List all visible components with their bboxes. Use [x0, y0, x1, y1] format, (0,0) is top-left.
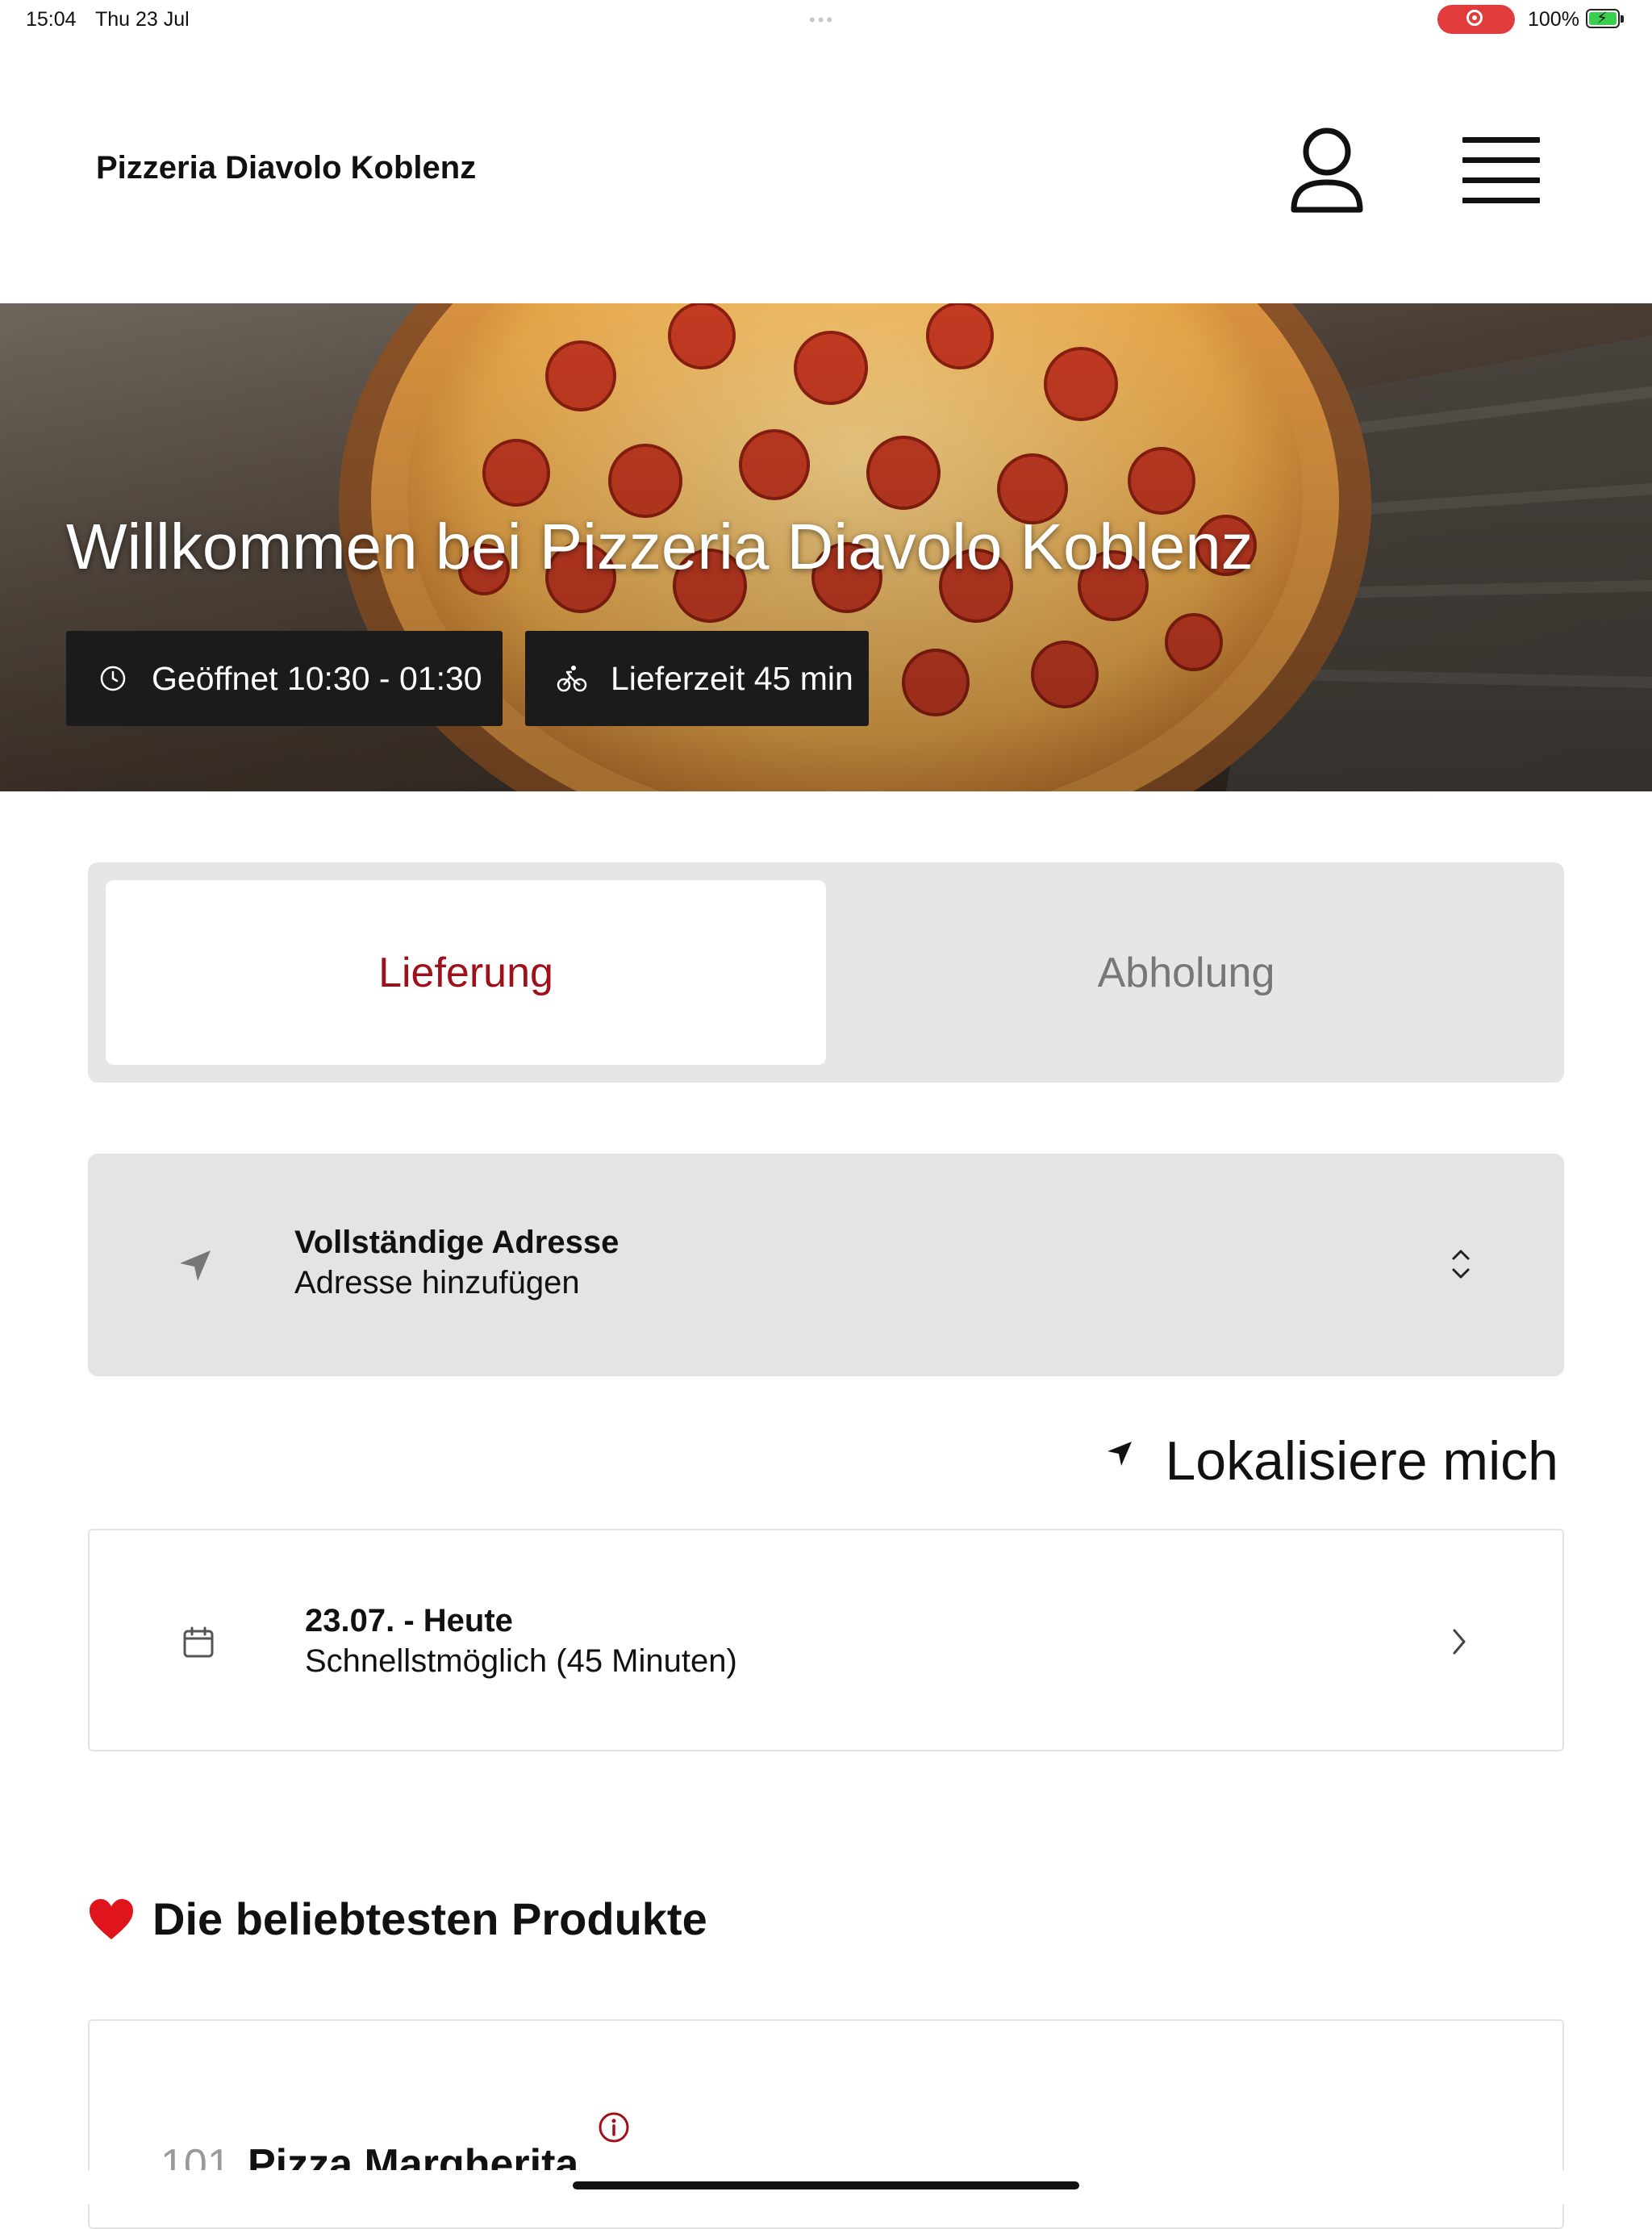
user-icon	[1291, 127, 1363, 213]
hamburger-menu-icon[interactable]	[1460, 136, 1541, 205]
bicycle-icon	[557, 666, 587, 692]
delivery-time-label: Lieferzeit 45 min	[611, 659, 853, 697]
info-icon[interactable]	[598, 2111, 630, 2143]
schedule-date: 23.07. - Heute	[305, 1603, 513, 1638]
calendar-icon	[183, 1626, 214, 1658]
multitasking-dots[interactable]: •••	[809, 10, 835, 31]
chevron-up-down-icon	[1452, 1250, 1470, 1279]
restaurant-name[interactable]: Pizzeria Diavolo Koblenz	[96, 150, 476, 186]
address-title: Vollständige Adresse	[294, 1225, 620, 1260]
account-button[interactable]	[1289, 126, 1365, 216]
delivery-time-badge: Lieferzeit 45 min	[525, 631, 869, 726]
status-time: 15:04	[26, 8, 77, 31]
address-selector[interactable]: Vollständige Adresse Adresse hinzufügen	[88, 1154, 1564, 1376]
home-indicator[interactable]	[573, 2181, 1079, 2189]
tab-delivery[interactable]: Lieferung	[106, 880, 826, 1065]
hero-title: Willkommen bei Pizzeria Diavolo Koblenz	[66, 511, 1254, 582]
status-bar: 15:04 Thu 23 Jul ••• 100% ⚡	[0, 0, 1652, 39]
locate-me-label: Lokalisiere mich	[1165, 1430, 1558, 1492]
opening-hours-badge: Geöffnet 10:30 - 01:30	[66, 631, 503, 726]
battery-icon: ⚡	[1586, 9, 1624, 28]
status-date: Thu 23 Jul	[95, 8, 190, 31]
clock-icon	[100, 666, 126, 691]
delivery-time-selector[interactable]: 23.07. - Heute Schnellstmöglich (45 Minu…	[88, 1529, 1564, 1751]
tab-pickup[interactable]: Abholung	[826, 880, 1546, 1065]
popular-products-heading: Die beliebtesten Produkte	[88, 1893, 707, 1945]
location-arrow-icon	[1108, 1442, 1132, 1466]
opening-hours-label: Geöffnet 10:30 - 01:30	[152, 659, 482, 697]
charging-bolt-icon: ⚡	[1596, 10, 1608, 27]
order-mode-toggle: Lieferung Abholung	[88, 862, 1564, 1083]
chevron-right-icon	[1453, 1629, 1466, 1655]
screen-recording-icon[interactable]	[1437, 5, 1515, 34]
battery-percent: 100%	[1528, 8, 1579, 31]
heart-icon	[90, 1898, 133, 1939]
locate-me-button[interactable]: Lokalisiere mich	[1105, 1420, 1565, 1492]
location-arrow-icon	[180, 1250, 211, 1281]
address-value: Adresse hinzufügen	[294, 1265, 580, 1300]
popular-products-title: Die beliebtesten Produkte	[152, 1893, 707, 1944]
schedule-time: Schnellstmöglich (45 Minuten)	[305, 1643, 737, 1679]
